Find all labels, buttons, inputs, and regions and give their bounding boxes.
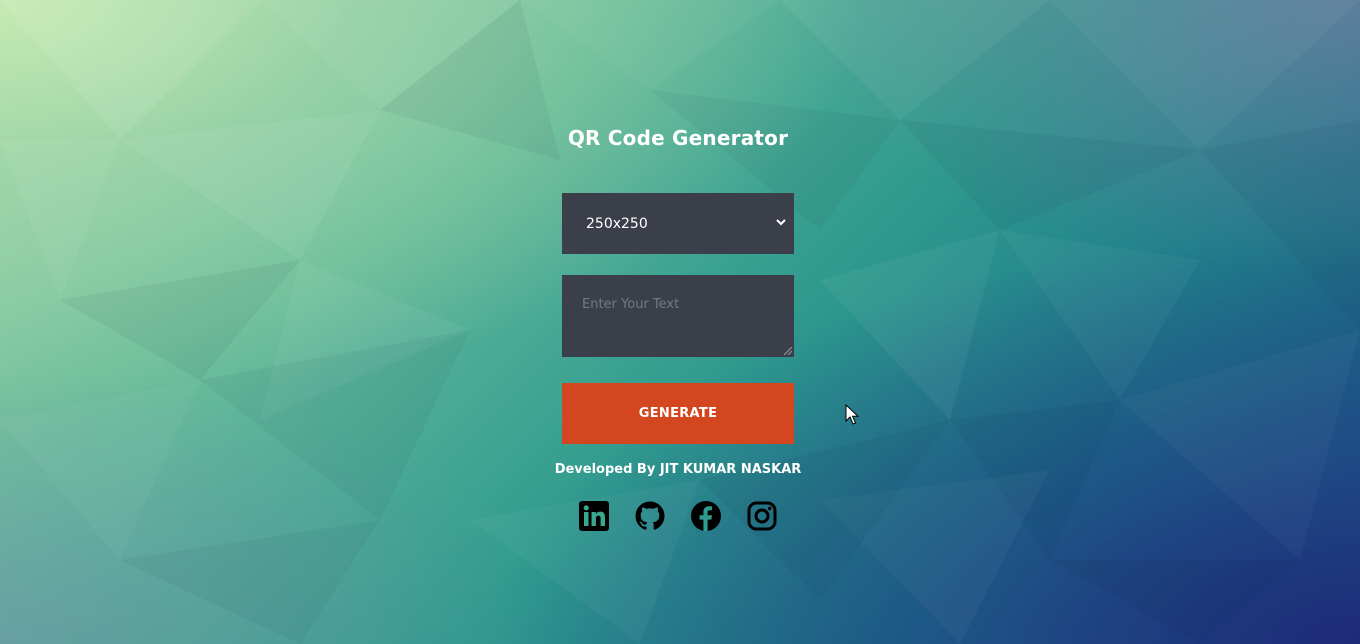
mouse-cursor-icon	[845, 404, 859, 425]
text-input-placeholder: Enter Your Text	[582, 297, 680, 312]
size-select[interactable]: 250x250	[562, 193, 794, 254]
resize-grip-icon[interactable]	[784, 347, 792, 355]
social-links	[578, 500, 778, 534]
facebook-icon[interactable]	[690, 500, 722, 532]
github-icon[interactable]	[634, 500, 666, 532]
size-select-value: 250x250	[586, 215, 648, 232]
developer-credit: Developed By JIT KUMAR NASKAR	[554, 462, 802, 477]
linkedin-icon[interactable]	[578, 500, 610, 532]
instagram-icon[interactable]	[746, 500, 778, 532]
text-input[interactable]: Enter Your Text	[562, 275, 794, 357]
page-title: QR Code Generator	[567, 126, 789, 150]
generate-button[interactable]: GENERATE	[562, 383, 794, 444]
chevron-down-icon	[776, 219, 786, 226]
